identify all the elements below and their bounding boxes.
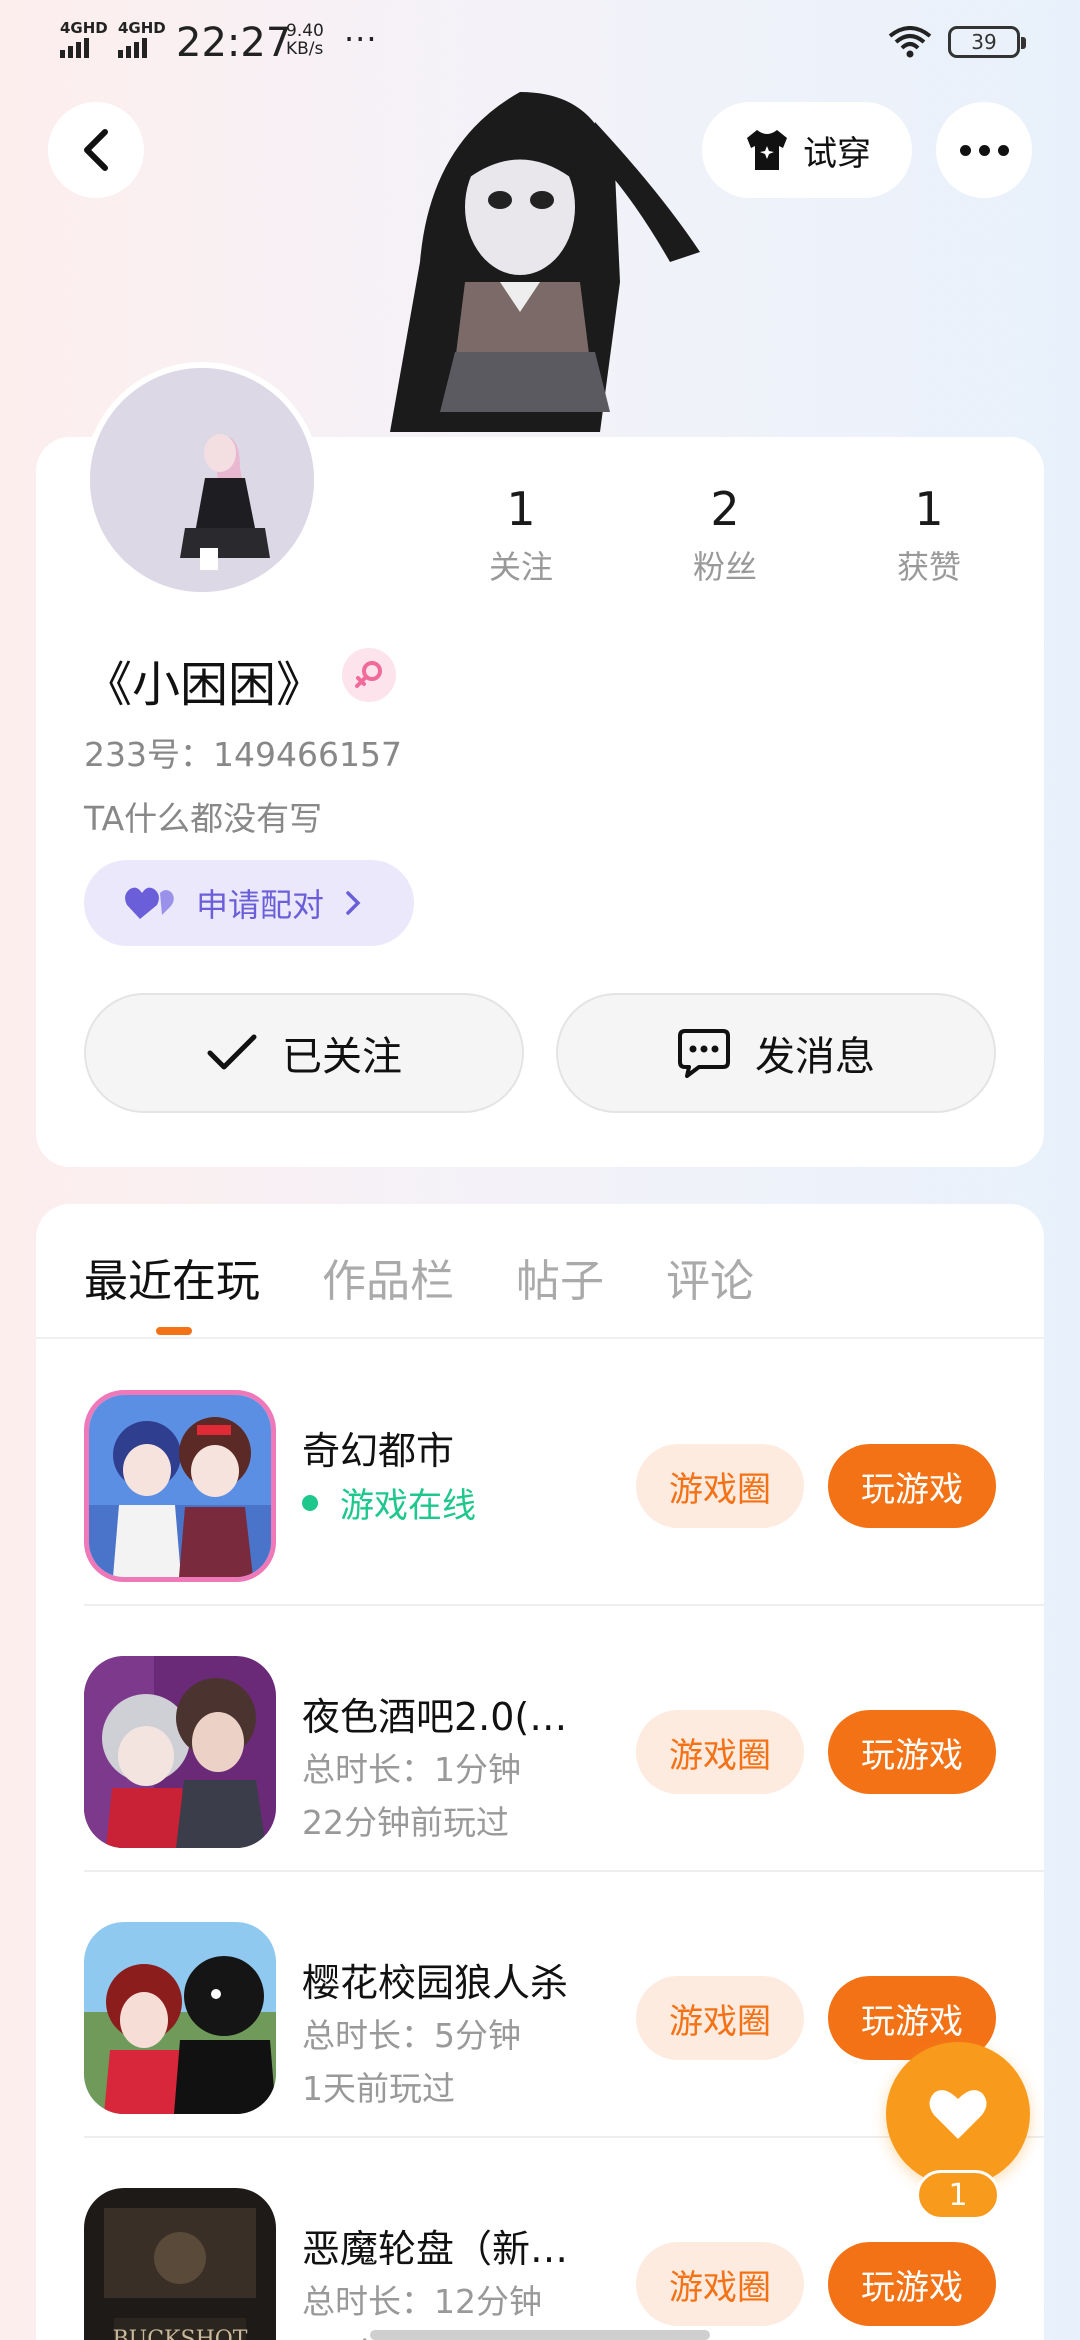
play-duration: 总时长：12分钟 (302, 2282, 542, 2321)
play-game-button[interactable]: 玩游戏 (828, 1444, 996, 1528)
chevron-right-icon (346, 891, 361, 915)
tab-works[interactable]: 作品栏 (322, 1245, 454, 1309)
game-title: 夜色酒吧2.0(… (302, 1695, 568, 1739)
following-label: 关注 (488, 548, 553, 586)
fans-label: 粉丝 (692, 548, 757, 586)
network-type-1: 4GHD (60, 19, 108, 37)
avatar-character-image (90, 368, 314, 592)
more-options-button[interactable] (936, 102, 1032, 198)
signal-indicator-2: 4GHD (118, 20, 166, 58)
online-status-label: 游戏在线 (340, 1486, 476, 1526)
back-arrow-icon (84, 129, 108, 171)
active-tab-indicator (156, 1327, 192, 1335)
last-played: 1天前玩过 (302, 2069, 455, 2108)
svg-text:BUCKSHOT: BUCKSHOT (113, 2327, 248, 2340)
send-message-label: 发消息 (755, 1034, 875, 1080)
online-status: 游戏在线 (302, 1478, 476, 1527)
play-duration: 总时长：5分钟 (302, 2016, 521, 2055)
game-icon-image (84, 1656, 276, 1848)
game-title: 樱花校园狼人杀 (302, 1961, 569, 2005)
network-speed: 9.40 KB/s (286, 21, 324, 59)
battery-icon: 39 (948, 26, 1026, 58)
female-gender-icon (342, 648, 396, 702)
play-game-button[interactable]: 玩游戏 (828, 2242, 996, 2326)
content-tabs: 最近在玩 作品栏 帖子 评论 (84, 1245, 754, 1309)
bio: TA什么都没有写 (84, 799, 323, 838)
back-button[interactable] (48, 102, 144, 198)
character-avatar-image (390, 92, 700, 432)
stat-fans[interactable]: 2 粉丝 (650, 482, 800, 588)
home-indicator (370, 2330, 710, 2340)
play-duration: 总时长：1分钟 (302, 1750, 521, 1789)
last-played: 22分钟前玩过 (302, 1803, 509, 1842)
play-game-button[interactable]: 玩游戏 (828, 1710, 996, 1794)
online-dot-icon (302, 1494, 318, 1511)
chat-bubble-icon (678, 1029, 730, 1078)
game-circle-button[interactable]: 游戏圈 (636, 2242, 804, 2326)
fans-count: 2 (710, 482, 740, 536)
tab-posts[interactable]: 帖子 (516, 1245, 604, 1309)
pair-request-button[interactable]: 申请配对 (84, 860, 414, 946)
avatar[interactable] (84, 362, 320, 598)
game-icon-image: BUCKSHOT (84, 2188, 276, 2340)
network-type-2: 4GHD (118, 19, 166, 37)
game-icon-image (84, 1390, 276, 1582)
check-icon (207, 1034, 257, 1070)
game-row[interactable]: 夜色酒吧2.0(… 总时长：1分钟 22分钟前玩过 游戏圈 玩游戏 (84, 1606, 1044, 1872)
status-more-icon: ··· (344, 20, 378, 58)
battery-level: 39 (971, 30, 997, 54)
try-on-button[interactable]: 试穿 (702, 102, 912, 198)
likes-label: 获赞 (896, 548, 961, 586)
try-on-label: 试穿 (803, 133, 871, 174)
game-row[interactable]: BUCKSHOT 恶魔轮盘（新… 总时长：12分钟 3天前玩过 游戏圈 玩游戏 (84, 2138, 1044, 2340)
stat-likes[interactable]: 1 获赞 (854, 482, 1004, 588)
pair-request-label: 申请配对 (196, 886, 325, 924)
status-bar: 4GHD 4GHD 22:27 9.40 KB/s ··· 39 (0, 0, 1080, 80)
like-count-badge: 1 (916, 2170, 1000, 2220)
like-float-button[interactable] (886, 2042, 1030, 2186)
heart-icon (929, 2090, 987, 2139)
nickname: 《小困困》 (84, 657, 325, 713)
game-circle-button[interactable]: 游戏圈 (636, 1710, 804, 1794)
stat-following[interactable]: 1 关注 (446, 482, 596, 588)
game-title: 恶魔轮盘（新… (302, 2227, 569, 2271)
wifi-icon (888, 26, 932, 58)
likes-count: 1 (914, 482, 944, 536)
game-row[interactable]: 奇幻都市 游戏在线 游戏圈 玩游戏 (84, 1340, 1044, 1606)
game-icon-image (84, 1922, 276, 2114)
clock: 22:27 (176, 20, 292, 66)
tabs-divider (36, 1337, 1044, 1339)
followed-button[interactable]: 已关注 (84, 993, 524, 1113)
game-title: 奇幻都市 (302, 1429, 455, 1473)
tab-recently-played[interactable]: 最近在玩 (84, 1245, 260, 1309)
send-message-button[interactable]: 发消息 (556, 993, 996, 1113)
tab-comments[interactable]: 评论 (666, 1245, 754, 1309)
following-count: 1 (506, 482, 536, 536)
user-id: 233号：149466157 (84, 735, 402, 774)
double-heart-icon (125, 887, 174, 919)
game-circle-button[interactable]: 游戏圈 (636, 1976, 804, 2060)
tshirt-icon (747, 130, 787, 170)
signal-indicator-1: 4GHD (60, 20, 108, 58)
followed-label: 已关注 (282, 1034, 402, 1080)
game-circle-button[interactable]: 游戏圈 (636, 1444, 804, 1528)
